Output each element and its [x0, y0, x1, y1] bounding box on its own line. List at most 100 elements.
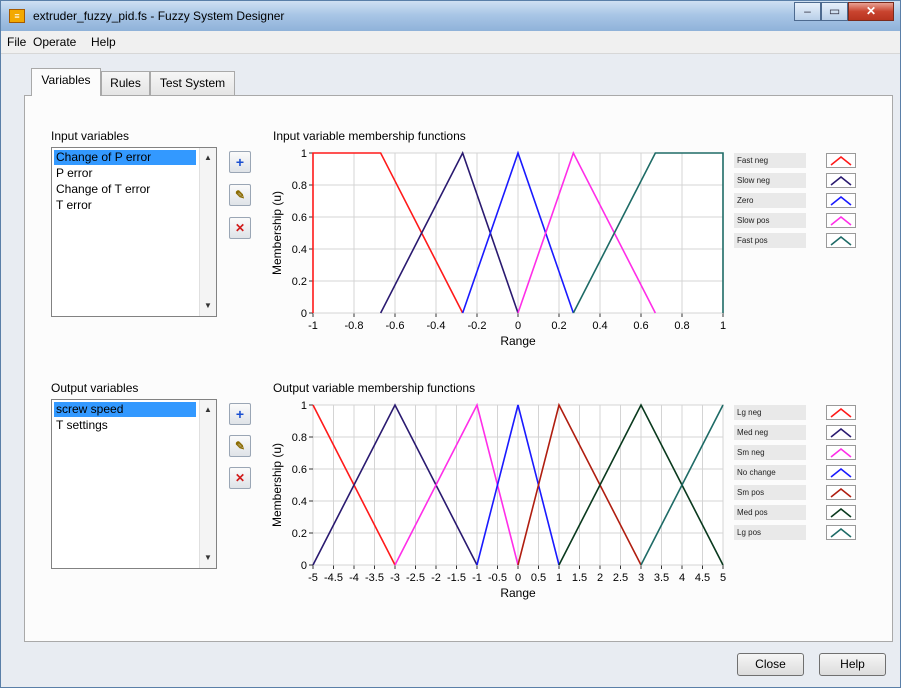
legend-item[interactable]: Zero [734, 193, 859, 208]
edit-input-variable-button[interactable]: ✎ [229, 184, 251, 206]
menu-help[interactable]: Help [91, 35, 116, 49]
x-tick-label: -1 [472, 572, 482, 584]
x-tick-label: 2.5 [613, 572, 628, 584]
legend-swatch-icon[interactable] [826, 505, 856, 520]
input-membership-chart: -1 -0.8 -0.6 -0.4 -0.2 0 0.2 0.4 0.6 0.8 1 0 0.2 0.4 0… [270, 148, 726, 348]
scroll-down-arrow-icon[interactable]: ▼ [200, 550, 216, 566]
x-tick-label: 0.5 [531, 572, 546, 584]
legend-swatch-icon[interactable] [826, 425, 856, 440]
y-tick-label: 0.4 [292, 244, 307, 256]
legend-swatch-icon[interactable] [826, 445, 856, 460]
menu-bar: File Operate Help [1, 31, 900, 54]
legend-item[interactable]: Sm neg [734, 445, 859, 460]
legend-swatch-icon[interactable] [826, 213, 856, 228]
legend-swatch-icon[interactable] [826, 233, 856, 248]
legend-item[interactable]: Fast pos [734, 233, 859, 248]
tab-variables[interactable]: Variables [31, 68, 101, 96]
legend-item[interactable]: Slow neg [734, 173, 859, 188]
edit-output-variable-button[interactable]: ✎ [229, 435, 251, 457]
legend-label: Zero [734, 193, 806, 208]
x-tick-label: -2 [431, 572, 441, 584]
legend-label: Sm pos [734, 485, 806, 500]
legend-item[interactable]: Med pos [734, 505, 859, 520]
x-tick-label: 5 [720, 572, 726, 584]
x-tick-label: 1 [720, 320, 726, 332]
legend-swatch-icon[interactable] [826, 465, 856, 480]
input-variables-label: Input variables [51, 129, 130, 143]
add-input-variable-button[interactable]: + [229, 151, 251, 173]
x-tick-label: -1.5 [447, 572, 466, 584]
scroll-down-arrow-icon[interactable]: ▼ [200, 298, 216, 314]
legend-item[interactable]: Med neg [734, 425, 859, 440]
y-tick-label: 0.6 [292, 464, 307, 476]
legend-item[interactable]: Lg neg [734, 405, 859, 420]
help-button[interactable]: Help [819, 653, 886, 676]
legend-swatch-icon[interactable] [826, 525, 856, 540]
y-tick-label: 0.2 [292, 528, 307, 540]
output-legend: Lg neg Med neg Sm neg No change Sm pos Med po… [734, 405, 864, 545]
legend-swatch-icon[interactable] [826, 153, 856, 168]
y-tick-label: 0.8 [292, 432, 307, 444]
legend-swatch-icon[interactable] [826, 405, 856, 420]
legend-label: Slow pos [734, 213, 806, 228]
x-tick-label: -4.5 [324, 572, 343, 584]
output-membership-chart: -5 -4.5 -4 -3.5 -3 -2.5 -2 -1.5 -1 -0.5 0 0.5 1 1.5 2 2… [270, 400, 726, 600]
x-tick-label: -0.4 [427, 320, 446, 332]
x-tick-label: 3.5 [654, 572, 669, 584]
title-bar[interactable]: ≡ extruder_fuzzy_pid.fs - Fuzzy System D… [1, 1, 900, 32]
input-chart-title: Input variable membership functions [273, 129, 466, 143]
list-item-change-of-t-error[interactable]: Change of T error [54, 182, 196, 197]
x-tick-label: -3 [390, 572, 400, 584]
x-tick-label: -0.5 [488, 572, 507, 584]
output-variables-label: Output variables [51, 381, 139, 395]
labview-app-icon[interactable]: ≡ [9, 9, 25, 23]
delete-input-variable-button[interactable]: ✕ [229, 217, 251, 239]
list-item-t-settings[interactable]: T settings [54, 418, 196, 433]
maximize-button[interactable]: ▭ [821, 2, 848, 21]
legend-swatch-icon[interactable] [826, 173, 856, 188]
x-tick-label: 4.5 [695, 572, 710, 584]
add-output-variable-button[interactable]: + [229, 403, 251, 425]
y-axis-label: Membership (u) [270, 443, 284, 527]
legend-item[interactable]: Sm pos [734, 485, 859, 500]
list-item-t-error[interactable]: T error [54, 198, 196, 213]
output-list-scrollbar[interactable]: ▲ ▼ [199, 400, 216, 568]
legend-item[interactable]: Fast neg [734, 153, 859, 168]
tab-rules[interactable]: Rules [101, 71, 150, 96]
list-item-screw-speed[interactable]: screw speed [54, 402, 196, 417]
window-controls: – ▭ ✕ [794, 2, 894, 22]
menu-file[interactable]: File [7, 35, 26, 49]
legend-label: Med neg [734, 425, 806, 440]
x-tick-label: -2.5 [406, 572, 425, 584]
scroll-up-arrow-icon[interactable]: ▲ [200, 402, 216, 418]
output-variables-list[interactable]: screw speed T settings ▲ ▼ [51, 399, 217, 569]
tab-test-system[interactable]: Test System [150, 71, 235, 96]
legend-label: Fast pos [734, 233, 806, 248]
x-tick-label: 0.8 [674, 320, 689, 332]
close-button[interactable]: Close [737, 653, 804, 676]
legend-swatch-icon[interactable] [826, 193, 856, 208]
legend-label: No change [734, 465, 806, 480]
x-tick-label: 3 [638, 572, 644, 584]
x-tick-label: 1 [556, 572, 562, 584]
input-list-scrollbar[interactable]: ▲ ▼ [199, 148, 216, 316]
input-legend: Fast neg Slow neg Zero Slow pos Fast pos [734, 153, 864, 253]
y-tick-label: 0.8 [292, 180, 307, 192]
legend-swatch-icon[interactable] [826, 485, 856, 500]
x-tick-label: -4 [349, 572, 359, 584]
list-item-p-error[interactable]: P error [54, 166, 196, 181]
list-item-change-of-p-error[interactable]: Change of P error [54, 150, 196, 165]
x-tick-label: 0.2 [551, 320, 566, 332]
delete-output-variable-button[interactable]: ✕ [229, 467, 251, 489]
minimize-button[interactable]: – [794, 2, 821, 21]
x-tick-label: 0 [515, 572, 521, 584]
legend-item[interactable]: No change [734, 465, 859, 480]
menu-operate[interactable]: Operate [33, 35, 76, 49]
input-variables-list[interactable]: Change of P error P error Change of T er… [51, 147, 217, 317]
x-tick-label: -0.2 [468, 320, 487, 332]
legend-item[interactable]: Lg pos [734, 525, 859, 540]
legend-item[interactable]: Slow pos [734, 213, 859, 228]
y-tick-label: 0.2 [292, 276, 307, 288]
scroll-up-arrow-icon[interactable]: ▲ [200, 150, 216, 166]
close-window-button[interactable]: ✕ [848, 2, 894, 21]
